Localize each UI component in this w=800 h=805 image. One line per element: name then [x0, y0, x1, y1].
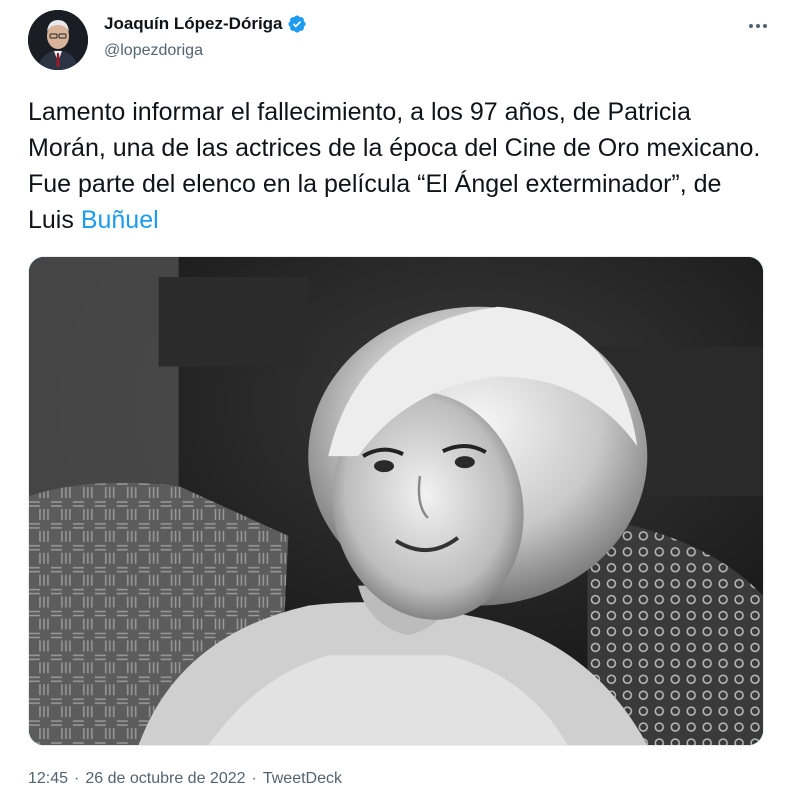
- more-options-icon[interactable]: [744, 14, 772, 38]
- tweet-meta: 12:45 · 26 de octubre de 2022 · TweetDec…: [28, 770, 342, 788]
- photo-portrait-image: [29, 257, 763, 745]
- avatar-portrait-icon: [28, 10, 88, 70]
- tweet-photo[interactable]: [28, 256, 764, 746]
- author-name-row: Joaquín López-Dóriga: [104, 14, 307, 34]
- tweet-text: Lamento informar el fallecimiento, a los…: [28, 94, 768, 238]
- avatar[interactable]: [28, 10, 88, 70]
- tweet: Joaquín López-Dóriga @lopezdoriga Lament…: [0, 0, 800, 805]
- tweet-time[interactable]: 12:45: [28, 770, 68, 788]
- tweet-source[interactable]: TweetDeck: [263, 770, 342, 788]
- verified-badge-icon: [287, 14, 307, 34]
- meta-separator: ·: [251, 770, 257, 787]
- tweet-date[interactable]: 26 de octubre de 2022: [85, 770, 245, 788]
- author-handle[interactable]: @lopezdoriga: [104, 42, 203, 60]
- tweet-link-bunuel[interactable]: Buñuel: [81, 206, 159, 234]
- meta-separator: ·: [74, 770, 80, 787]
- author-display-name[interactable]: Joaquín López-Dóriga: [104, 14, 283, 34]
